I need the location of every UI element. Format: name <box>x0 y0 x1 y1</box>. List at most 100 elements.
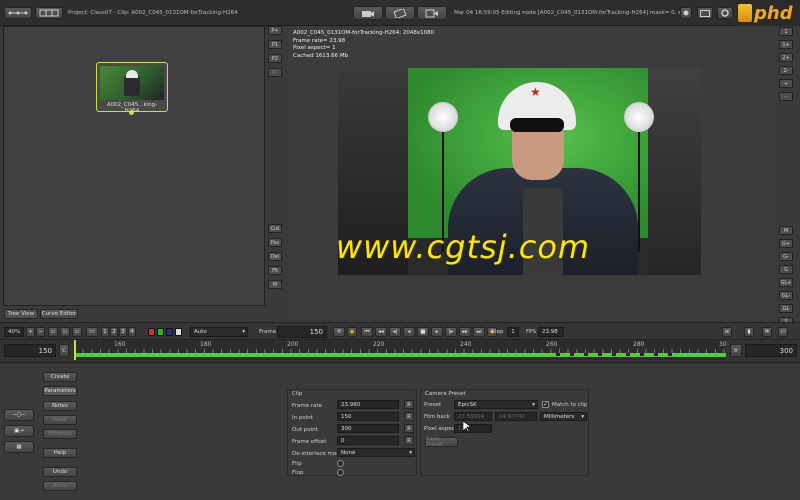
filmback-height-field[interactable]: 14.60740 <box>495 412 537 421</box>
overlay-button[interactable]: ▭ <box>778 327 788 337</box>
panel-button-p-plus[interactable]: P+ <box>268 26 282 35</box>
red-channel-swatch[interactable] <box>148 328 155 336</box>
viewer-panel[interactable]: A002_C045_0131OM-forTracking-H264: 2048x… <box>288 26 775 320</box>
view-button-1-plus[interactable]: 1+ <box>779 40 793 49</box>
gamma-button[interactable]: G <box>779 265 793 274</box>
match-to-clip-checkbox[interactable]: ✓ <box>542 401 549 408</box>
settings-button[interactable] <box>717 7 733 19</box>
mask-button[interactable]: Mask <box>43 415 77 425</box>
zoom-plus-button[interactable]: + <box>26 327 35 337</box>
menu-button[interactable]: M <box>268 280 282 289</box>
keyframe-button[interactable]: ◆ <box>347 327 357 337</box>
frame-offset-field[interactable]: 0 <box>337 436 399 445</box>
zoom-field[interactable]: 40% <box>4 327 24 337</box>
audio-button[interactable]: ≡ <box>722 327 732 337</box>
parameters-button[interactable]: Parameters <box>43 386 77 396</box>
fit-view-button[interactable]: ▫ <box>48 327 58 337</box>
gain-plus-button[interactable]: GL+ <box>779 278 793 287</box>
camera-button[interactable] <box>353 6 383 20</box>
next-frame-button[interactable]: |▸ <box>445 327 457 337</box>
frame-rate-field[interactable]: 23.980 <box>337 400 399 409</box>
gamma-plus-button[interactable]: G+ <box>779 239 793 248</box>
filmback-width-field[interactable]: 27.59994 <box>454 412 492 421</box>
channel-2-button[interactable]: 2 <box>110 327 118 337</box>
film-button[interactable] <box>385 6 415 20</box>
full-view-button[interactable]: ▭ <box>86 327 98 337</box>
gain-button[interactable]: GL <box>779 304 793 313</box>
tab-tree-view[interactable]: Tree View <box>4 309 38 319</box>
reset-view-button[interactable]: ▫ <box>60 327 70 337</box>
loop-button[interactable]: ⟲ <box>333 327 345 337</box>
panel-button-p2[interactable]: P2 <box>268 54 282 63</box>
set-out-button[interactable]: ⊪ <box>730 344 742 357</box>
frame-offset-reset[interactable]: R <box>404 436 414 445</box>
zoom-out-button[interactable]: - <box>779 92 793 101</box>
pixel-aspect-field[interactable]: 1.0 <box>454 424 492 433</box>
timeline-track[interactable]: 160 180 200 220 240 260 280 30 <box>74 340 727 360</box>
node-output-dot[interactable] <box>129 110 134 115</box>
stop-button[interactable]: ■ <box>417 327 429 337</box>
frame-field[interactable]: 150 <box>277 326 327 338</box>
help-button[interactable]: Help <box>43 448 77 458</box>
set-in-button[interactable]: C <box>59 344 69 357</box>
view-button-1[interactable]: 1 <box>779 27 793 36</box>
clip-node[interactable]: A002_C045...king-H264 <box>96 62 168 114</box>
panel-button-p1[interactable]: P1 <box>268 40 282 49</box>
export-button[interactable] <box>417 6 447 20</box>
step-back-button[interactable]: ◂◂ <box>375 327 387 337</box>
panel-button-p-minus[interactable]: P- <box>268 68 282 77</box>
play-reverse-button[interactable]: ◂ <box>403 327 415 337</box>
save-preset-button[interactable]: Save Preset <box>425 436 458 448</box>
alpha-channel-swatch[interactable] <box>175 328 182 336</box>
zoom-in-button[interactable]: + <box>779 79 793 88</box>
grid-view-button[interactable] <box>35 7 63 19</box>
channel-3-button[interactable]: 3 <box>119 327 127 337</box>
node-graph-panel[interactable]: A002_C045...king-H264 <box>3 26 265 306</box>
timeline-end-field[interactable]: 300 <box>745 344 797 357</box>
info-button[interactable] <box>680 7 692 19</box>
camera-tool-button[interactable]: ▦ <box>4 441 34 453</box>
preset-select[interactable]: EpicSK ▾ <box>454 400 538 409</box>
gamma-minus-button[interactable]: G- <box>779 252 793 261</box>
deinterlace-select[interactable]: None ▾ <box>337 448 415 457</box>
prev-frame-button[interactable]: ◂| <box>389 327 401 337</box>
viewer-settings-button[interactable]: ✲ <box>762 327 772 337</box>
out-point-reset[interactable]: R <box>404 424 414 433</box>
split-view-button[interactable]: ▮ <box>744 327 754 337</box>
flop-checkbox[interactable] <box>337 469 344 476</box>
blue-channel-swatch[interactable] <box>166 328 173 336</box>
pan-view-button[interactable]: ▫ <box>72 327 82 337</box>
gain-minus-button[interactable]: GL- <box>779 291 793 300</box>
timeline-start-field[interactable]: 150 <box>4 344 56 357</box>
solver-tool-button[interactable]: ▣→ <box>4 425 34 437</box>
out-point-field[interactable]: 300 <box>337 424 399 433</box>
frame-rate-reset[interactable]: R <box>404 400 414 409</box>
enhance-button[interactable]: Enhance <box>43 429 77 439</box>
fps-field[interactable]: 23.98 <box>538 327 564 337</box>
redo-button[interactable]: Redo <box>43 481 77 491</box>
fit-button[interactable]: Fit <box>268 266 282 275</box>
step-forward-button[interactable]: ▸▸ <box>459 327 471 337</box>
tracker-tool-button[interactable]: ─○─ <box>4 409 34 421</box>
notes-button[interactable]: Notes <box>43 401 77 411</box>
playhead[interactable] <box>74 340 76 360</box>
monitor-button[interactable] <box>697 7 713 19</box>
units-select[interactable]: Millimeters ▾ <box>540 412 587 421</box>
channel-1-button[interactable]: 1 <box>101 327 109 337</box>
display-mode-select[interactable]: Auto ▾ <box>190 327 248 337</box>
view-button-2-plus[interactable]: 2+ <box>779 53 793 62</box>
view-button-2-minus[interactable]: 2- <box>779 66 793 75</box>
channel-4-button[interactable]: 4 <box>128 327 136 337</box>
create-button[interactable]: Create <box>43 372 77 382</box>
goto-start-button[interactable]: ⏮ <box>361 327 373 337</box>
green-channel-swatch[interactable] <box>157 328 164 336</box>
tab-curve-editor[interactable]: Curve Editor <box>40 309 78 319</box>
undo-button[interactable]: Undo <box>43 467 77 477</box>
mask-view-button[interactable]: M <box>779 226 793 235</box>
flip-checkbox[interactable] <box>337 460 344 467</box>
step-field[interactable]: 1 <box>507 327 519 337</box>
play-button[interactable]: ▸ <box>431 327 443 337</box>
in-point-reset[interactable]: R <box>404 412 414 421</box>
zoom-minus-button[interactable]: − <box>36 327 45 337</box>
goto-end-button[interactable]: ⏭ <box>473 327 485 337</box>
